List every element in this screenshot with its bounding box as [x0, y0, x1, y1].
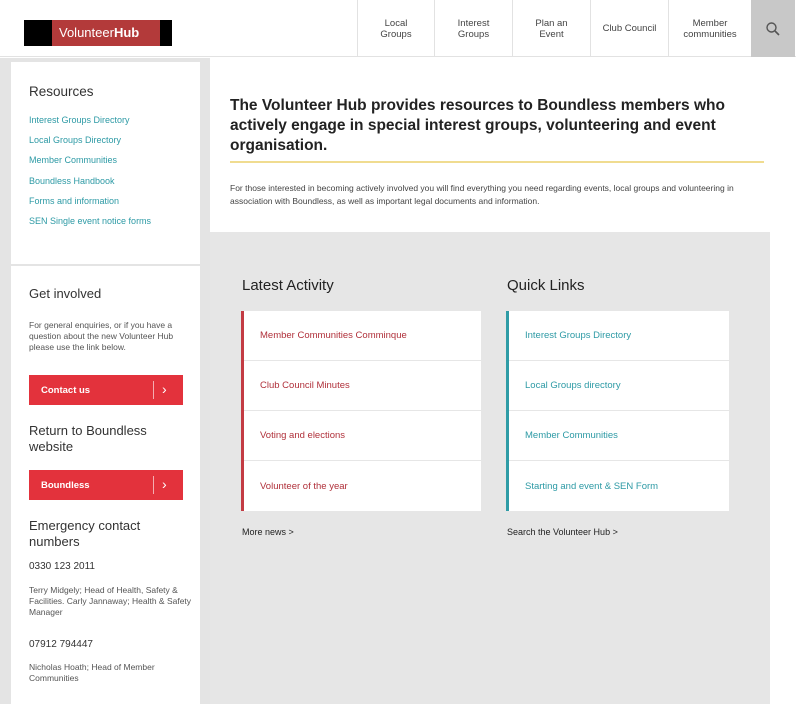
resources-panel: Resources Interest Groups Directory Loca…	[11, 62, 200, 264]
nav-label: Event	[539, 28, 564, 40]
contact-us-label: Contact us	[41, 384, 91, 396]
nav-label: communities	[683, 28, 737, 40]
nav-member-communities[interactable]: Member communities	[668, 0, 751, 57]
boundless-label: Boundless	[41, 479, 90, 491]
emergency-contact: Nicholas Hoath; Head of Member Communiti…	[29, 662, 155, 683]
list-item[interactable]: Starting and event & SEN Form	[509, 461, 729, 511]
emergency-contact: Terry Midgely; Head of Health, Safety & …	[29, 585, 192, 617]
button-divider	[153, 381, 154, 399]
resources-title: Resources	[29, 84, 94, 99]
nav-label: Plan an	[535, 17, 568, 29]
logo-box: VolunteerHub	[52, 20, 160, 46]
list-item[interactable]: Member Communities Comminque	[244, 311, 481, 361]
latest-activity-title: Latest Activity	[242, 277, 334, 294]
nav-label: Member	[692, 17, 728, 29]
yellow-divider	[230, 161, 764, 163]
list-item[interactable]: Interest Groups Directory	[509, 311, 729, 361]
resource-link[interactable]: Forms and information	[29, 196, 119, 206]
list-item[interactable]: Volunteer of the year	[244, 461, 481, 511]
list-item[interactable]: Local Groups directory	[509, 361, 729, 411]
resource-link[interactable]: Member Communities	[29, 155, 117, 165]
contact-us-button[interactable]: Contact us ›	[29, 375, 183, 405]
main-nav: Local Groups Interest Groups Plan an Event …	[357, 0, 795, 57]
get-involved-title: Get involved	[29, 286, 102, 301]
return-title: Return to Boundless website	[29, 423, 147, 454]
volunteer-hub-logo[interactable]: VolunteerHub	[24, 20, 172, 46]
nav-interest-groups[interactable]: Interest Groups	[434, 0, 512, 57]
nav-plan-an-event[interactable]: Plan an Event	[512, 0, 590, 57]
search-icon	[766, 21, 780, 36]
nav-label: Interest	[457, 17, 490, 29]
logo-text: Volunteer	[59, 25, 114, 40]
list-item[interactable]: Member Communities	[509, 411, 729, 461]
emergency-title: Emergency contact numbers	[29, 518, 141, 549]
resource-link[interactable]: SEN Single event notice forms	[29, 216, 151, 226]
resource-link[interactable]: Boundless Handbook	[29, 176, 115, 186]
nav-label: Groups	[457, 28, 490, 40]
quick-links-list: Interest Groups Directory Local Groups d…	[506, 311, 729, 511]
get-involved-panel: Get involved For general enquiries, or i…	[11, 266, 200, 704]
list-item[interactable]: Voting and elections	[244, 411, 481, 461]
logo-text-bold: Hub	[113, 25, 140, 40]
emergency-phone: 07912 794447	[29, 639, 93, 650]
more-news-link[interactable]: More news >	[242, 527, 294, 537]
nav-label: Groups	[380, 28, 412, 40]
chevron-right-icon: ›	[162, 381, 167, 397]
intro-text: For those interested in becoming activel…	[230, 183, 734, 206]
get-involved-text: For general enquiries, or if you have a …	[29, 320, 174, 352]
search-hub-link[interactable]: Search the Volunteer Hub >	[507, 527, 618, 537]
resource-link[interactable]: Local Groups Directory	[29, 135, 121, 145]
latest-activity-list: Member Communities Comminque Club Counci…	[241, 311, 481, 511]
quick-links-title: Quick Links	[507, 277, 585, 294]
nav-club-council[interactable]: Club Council	[590, 0, 668, 57]
nav-label: Club Council	[602, 23, 657, 34]
nav-label: Local	[384, 17, 408, 29]
list-item[interactable]: Club Council Minutes	[244, 361, 481, 411]
resource-link[interactable]: Interest Groups Directory	[29, 115, 130, 125]
site-header: VolunteerHub Local Groups Interest Groups …	[0, 0, 796, 57]
boundless-button[interactable]: Boundless ›	[29, 470, 183, 500]
activity-section: Latest Activity Member Communities Commi…	[210, 232, 770, 704]
intro-heading: The Volunteer Hub provides resources to …	[230, 97, 725, 154]
button-divider	[153, 476, 154, 494]
nav-local-groups[interactable]: Local Groups	[357, 0, 434, 57]
emergency-phone: 0330 123 2011	[29, 561, 95, 572]
search-button[interactable]	[751, 0, 795, 57]
chevron-right-icon: ›	[162, 476, 167, 492]
